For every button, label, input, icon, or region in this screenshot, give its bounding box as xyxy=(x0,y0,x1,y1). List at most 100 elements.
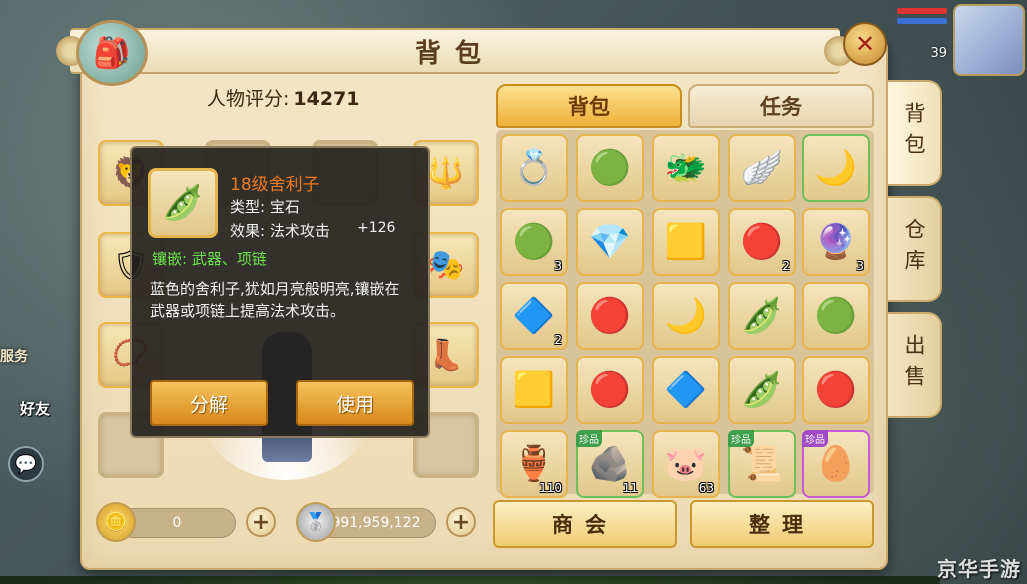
inventory-slot[interactable]: 🏺 110 xyxy=(500,430,568,498)
mp-bar xyxy=(897,18,947,24)
item-count: 3 xyxy=(856,259,864,273)
green-orb-icon: 🟢 xyxy=(814,296,858,336)
inventory-slot[interactable]: 🔮 3 xyxy=(802,208,870,276)
inventory-slot[interactable]: 🔴 xyxy=(802,356,870,424)
player-hud: 39 xyxy=(887,0,1027,76)
ring-icon: 💍 xyxy=(512,148,556,188)
green-beans-icon: 🫛 xyxy=(740,296,784,336)
inventory-slot[interactable]: 📜 珍品 xyxy=(728,430,796,498)
use-button[interactable]: 使用 xyxy=(296,380,414,426)
red-swirl-icon: 🔴 xyxy=(588,370,632,410)
moon-gem-icon: 🌙 xyxy=(664,296,708,336)
friend-button[interactable]: 好友 xyxy=(20,398,50,419)
close-button[interactable]: ✕ xyxy=(843,22,887,66)
title-bar: 背包 xyxy=(56,28,854,74)
inventory-slot[interactable]: 🌙 xyxy=(652,282,720,350)
rating-value: 14271 xyxy=(293,88,360,110)
inventory-slot[interactable]: 🥚 珍品 xyxy=(802,430,870,498)
inventory-slot[interactable]: 💎 xyxy=(576,208,644,276)
side-tab-sell[interactable]: 出售 xyxy=(888,312,942,418)
tooltip-type: 类型: 宝石 xyxy=(230,198,300,216)
tooltip-item-name: 18级舍利子 xyxy=(230,175,320,195)
inventory-slot[interactable]: 🌙 xyxy=(802,134,870,202)
exp-bar xyxy=(0,576,940,584)
watermark: 京华手游 xyxy=(937,557,1021,581)
inventory-slot[interactable]: 🫛 xyxy=(728,282,796,350)
item-count: 11 xyxy=(622,481,638,495)
plus-icon: + xyxy=(251,509,271,535)
staff-icon: 🔱 xyxy=(427,155,465,191)
green-egg-icon: 🥚 xyxy=(814,444,858,484)
mask-icon: 🎭 xyxy=(427,247,465,283)
inventory-slot[interactable]: 🟢 xyxy=(802,282,870,350)
inventory-slot[interactable]: 🐲 xyxy=(652,134,720,202)
ore-icon: 🪨 xyxy=(588,444,632,484)
wings-icon: 🪽 xyxy=(740,148,784,188)
inventory-slot[interactable]: 🐷 63 xyxy=(652,430,720,498)
item-count: 110 xyxy=(539,481,562,495)
inventory-slot[interactable]: 🟨 xyxy=(652,208,720,276)
gold-value: 0 xyxy=(172,515,182,531)
green-orb-icon: 🟢 xyxy=(512,222,556,262)
inventory-slot[interactable]: 🟨 xyxy=(500,356,568,424)
add-silver-button[interactable]: + xyxy=(446,507,476,537)
diamond-icon: 💎 xyxy=(588,222,632,262)
add-gold-button[interactable]: + xyxy=(246,507,276,537)
blue-beast-icon: 🐲 xyxy=(664,148,708,188)
red-swirl-icon: 🔴 xyxy=(814,370,858,410)
red-swirl-icon: 🔴 xyxy=(740,222,784,262)
chat-bubble-icon: 💬 xyxy=(14,453,38,475)
inventory-slot[interactable]: 🔷 2 xyxy=(500,282,568,350)
inventory-slot[interactable]: 🫛 xyxy=(728,356,796,424)
close-icon: ✕ xyxy=(854,30,876,58)
side-tab-bag[interactable]: 背包 xyxy=(888,80,942,186)
decompose-button[interactable]: 分解 xyxy=(150,380,268,426)
tab-tasks[interactable]: 任务 xyxy=(688,84,874,128)
inventory-slot[interactable]: 🟢 xyxy=(576,134,644,202)
red-swirl-icon: 🔴 xyxy=(588,296,632,336)
inventory-slot[interactable]: 🔷 xyxy=(652,356,720,424)
rare-tag: 珍品 xyxy=(576,430,602,447)
jade-pendant-icon: 🟢 xyxy=(588,148,632,188)
item-count: 3 xyxy=(554,259,562,273)
shop-button[interactable]: 商会 xyxy=(493,500,677,548)
blue-crystal-icon: 🔷 xyxy=(512,296,556,336)
silver-value: 991,959,122 xyxy=(331,515,421,531)
inventory-grid: 💍 🟢 🐲 🪽 🌙 🟢 3 💎 🟨 🔴 2 🔮 3 🔷 2 🔴 🌙 🫛 🟢 🟨 🔴 🔷 🫛 🔴 🏺 110 🪨 11 珍品 🐷 63 📜 珍品 🥚… xyxy=(496,130,874,498)
amber-gem-icon: 🟨 xyxy=(512,370,556,410)
inventory-slot[interactable]: 🟢 3 xyxy=(500,208,568,276)
item-count: 2 xyxy=(554,333,562,347)
tooltip-description: 蓝色的舍利子,犹如月亮般明亮,镶嵌在武器或项链上提高法术攻击。 xyxy=(150,280,400,320)
side-tab-warehouse[interactable]: 仓库 xyxy=(888,196,942,302)
blue-crystal-icon: 🔷 xyxy=(664,370,708,410)
hp-bar xyxy=(897,8,947,14)
inventory-slot[interactable]: 🪽 xyxy=(728,134,796,202)
plus-icon: + xyxy=(451,509,471,535)
arrange-button[interactable]: 整理 xyxy=(690,500,874,548)
bag-emblem-icon: 🎒 xyxy=(76,20,148,86)
inventory-slot[interactable]: 🪨 11 珍品 xyxy=(576,430,644,498)
character-rating: 人物评分: 14271 xyxy=(207,84,360,111)
rare-tag: 珍品 xyxy=(802,430,828,447)
amber-gem-icon: 🟨 xyxy=(664,222,708,262)
tab-bag[interactable]: 背包 xyxy=(496,84,682,128)
player-level: 39 xyxy=(930,46,947,61)
gourd-icon: 🏺 xyxy=(512,444,556,484)
green-beans-icon: 🫛 xyxy=(740,370,784,410)
purple-crystal-icon: 🔮 xyxy=(814,222,858,262)
inventory-slot[interactable]: 🔴 xyxy=(576,282,644,350)
server-label[interactable]: 服务 xyxy=(0,346,28,366)
tooltip-effect: 效果: 法术攻击 xyxy=(230,222,330,240)
inventory-slot[interactable]: 💍 xyxy=(500,134,568,202)
inventory-slot[interactable]: 🔴 2 xyxy=(728,208,796,276)
chat-button[interactable]: 💬 xyxy=(8,446,44,482)
tooltip-item-icon: 🫛 xyxy=(148,168,218,238)
item-count: 2 xyxy=(782,259,790,273)
inventory-slot[interactable]: 🔴 xyxy=(576,356,644,424)
silver-coin-icon: 🥈 xyxy=(296,502,336,542)
item-count: 63 xyxy=(698,481,714,495)
green-beans-icon: 🫛 xyxy=(161,183,205,223)
player-avatar[interactable] xyxy=(953,4,1025,76)
boots-icon: 👢 xyxy=(427,337,465,373)
moon-gem-icon: 🌙 xyxy=(814,148,858,188)
